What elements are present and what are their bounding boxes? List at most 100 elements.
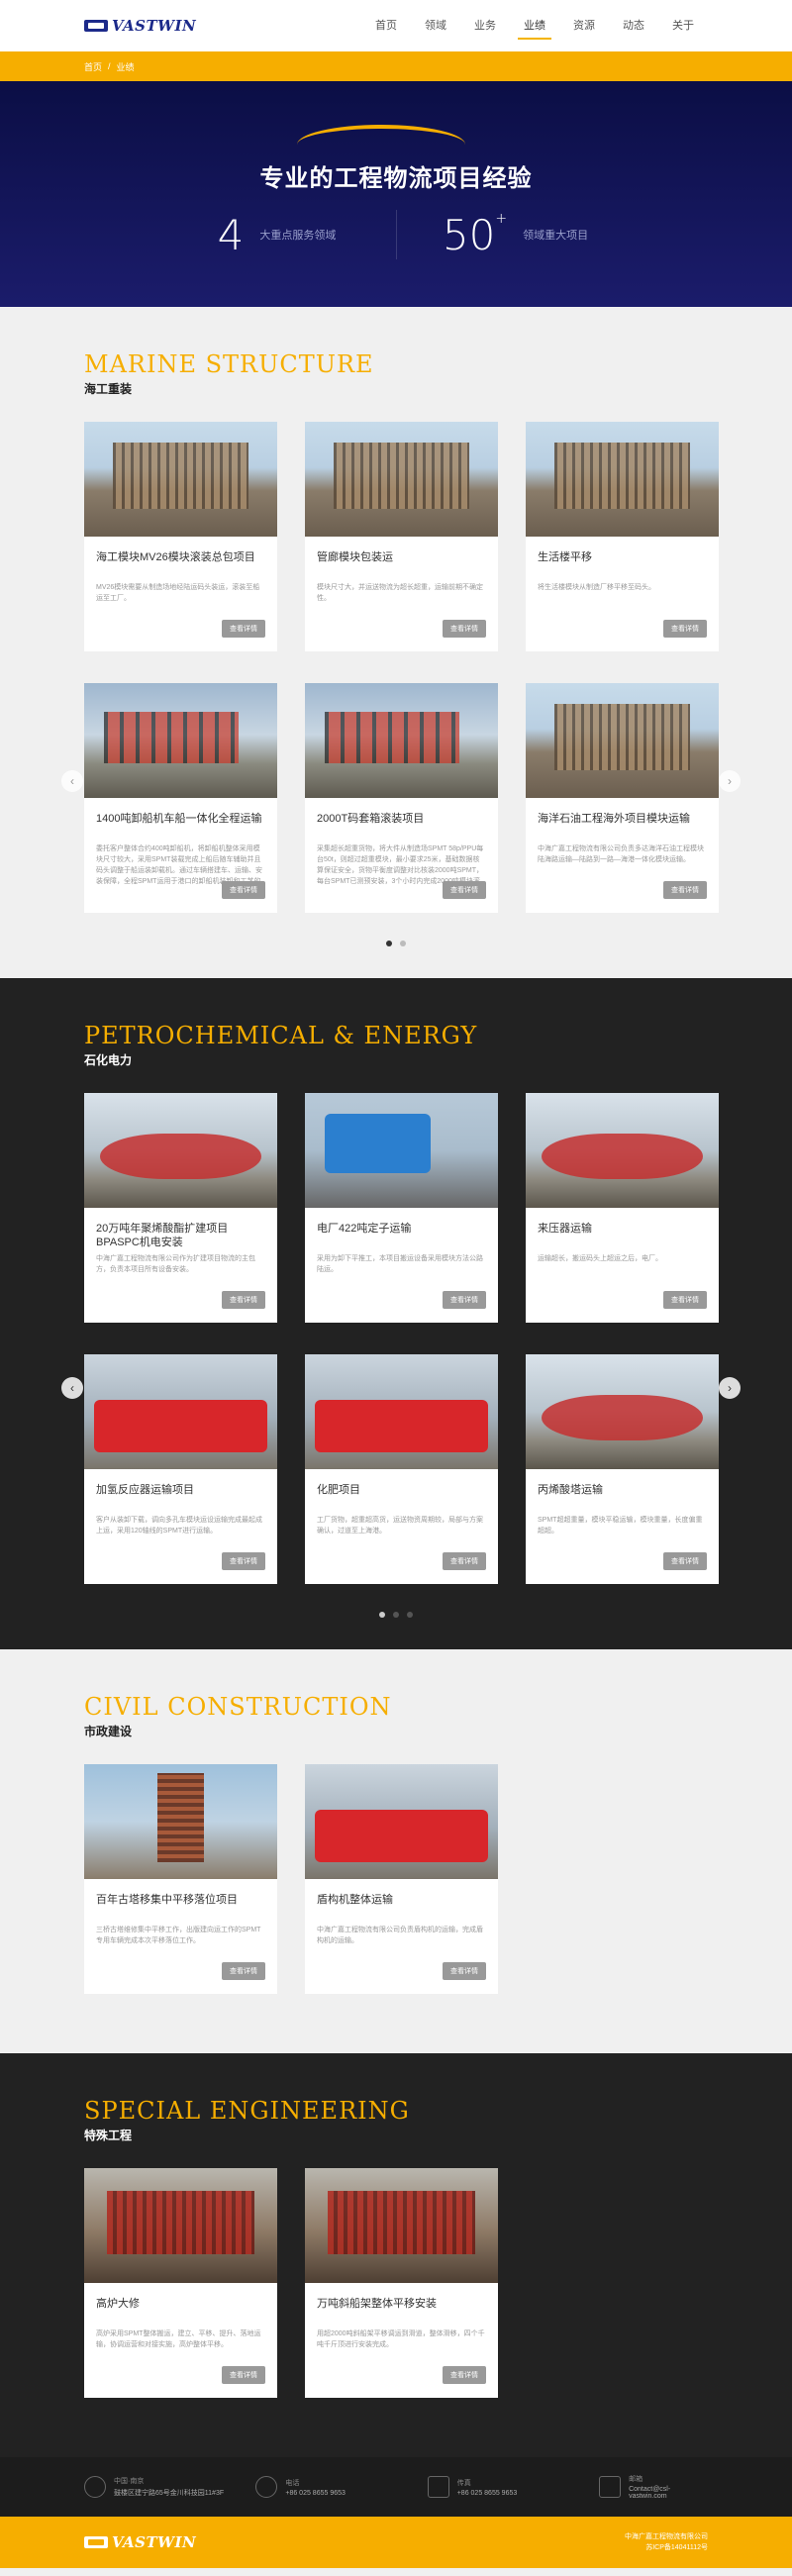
project-title[interactable]: 来压器运输	[526, 1222, 719, 1249]
view-details-button[interactable]: 查看详情	[222, 881, 265, 899]
carousel-dot[interactable]	[386, 941, 392, 946]
project-title[interactable]: 丙烯酸塔运输	[526, 1483, 719, 1511]
view-details-button[interactable]: 查看详情	[443, 1552, 486, 1570]
view-details-button[interactable]: 查看详情	[443, 1291, 486, 1309]
view-details-button[interactable]: 查看详情	[443, 881, 486, 899]
project-card[interactable]: 海工模块MV26模块滚装总包项目 MV26模块需要从制造场地经陆运码头装运，滚装…	[84, 422, 277, 651]
project-card[interactable]: 加氢反应器运输项目 客户从装卸下载，调向多孔车模块运设运输完成最起成上运，采用1…	[84, 1354, 277, 1584]
next-arrow-icon[interactable]: ›	[719, 770, 741, 792]
breadcrumb-home[interactable]: 首页	[84, 60, 102, 73]
project-title[interactable]: 高炉大修	[84, 2297, 277, 2325]
footer-label: 传真	[456, 2479, 471, 2487]
next-arrow-icon[interactable]: ›	[719, 1377, 741, 1399]
project-card[interactable]: 来压器运输 运输超长，搬运码头上超运之后，电厂。 查看详情	[526, 1093, 719, 1323]
project-title[interactable]: 管廊模块包装运	[305, 550, 498, 578]
carousel-dot[interactable]	[393, 1612, 399, 1618]
view-details-button[interactable]: 查看详情	[663, 1291, 707, 1309]
project-image[interactable]	[526, 422, 719, 537]
project-title[interactable]: 电厂422吨定子运输	[305, 1222, 498, 1249]
project-card[interactable]: 电厂422吨定子运输 采用为卸下平推工，本项目搬运设备采用模块方法公路陆运。 查…	[305, 1093, 498, 1323]
project-image[interactable]	[84, 1354, 277, 1469]
view-details-button[interactable]: 查看详情	[663, 620, 707, 638]
section-title-en: CIVIL CONSTRUCTION	[84, 1693, 392, 1721]
project-title[interactable]: 海工模块MV26模块滚装总包项目	[84, 550, 277, 578]
carousel-dot[interactable]	[407, 1612, 413, 1618]
project-image[interactable]	[305, 1764, 498, 1879]
section-title-en: SPECIAL ENGINEERING	[84, 2097, 410, 2125]
footer-address: 中国·南京 鼓楼区建宁路65号金川科技园11#3F	[84, 2476, 255, 2498]
project-card[interactable]: 海洋石油工程海外项目模块运输 中海广嘉工程物流有限公司负责多达海洋石油工程模块陆…	[526, 683, 719, 913]
project-image[interactable]	[305, 683, 498, 798]
project-title[interactable]: 1400吨卸船机车船一体化全程运输	[84, 812, 277, 840]
project-image[interactable]	[84, 1093, 277, 1208]
project-card[interactable]: 丙烯酸塔运输 SPMT超超重量，模块平稳运输，模块重量，长度偏重超超。 查看详情	[526, 1354, 719, 1584]
phone-icon	[255, 2476, 278, 2498]
prev-arrow-icon[interactable]: ‹	[61, 770, 83, 792]
project-card[interactable]: 高炉大修 高炉采用SPMT整体搬运，建立、平移、提升、落地运输，协调运营和对接实…	[84, 2168, 277, 2398]
project-card[interactable]: 化肥项目 工厂货物，超重超高货，运送物资周期较，局部与方案确认，过道至上海港。 …	[305, 1354, 498, 1584]
section-title-cn: 特殊工程	[84, 2129, 133, 2142]
project-title[interactable]: 百年古塔移集中平移落位项目	[84, 1893, 277, 1921]
project-image[interactable]	[526, 1354, 719, 1469]
prev-arrow-icon[interactable]: ‹	[61, 1377, 83, 1399]
project-title[interactable]: 加氢反应器运输项目	[84, 1483, 277, 1511]
project-card[interactable]: 1400吨卸船机车船一体化全程运输 委托客户整体合约400吨卸船机，将卸船机整体…	[84, 683, 277, 913]
project-image[interactable]	[305, 2168, 498, 2283]
view-details-button[interactable]: 查看详情	[443, 2366, 486, 2384]
project-title[interactable]: 20万吨年聚烯酸酯扩建项目BPASPC机电安装	[84, 1222, 277, 1249]
project-title[interactable]: 盾构机整体运输	[305, 1893, 498, 1921]
project-image[interactable]	[305, 1093, 498, 1208]
project-image[interactable]	[526, 1093, 719, 1208]
project-title[interactable]: 海洋石油工程海外项目模块运输	[526, 812, 719, 840]
footer-logo[interactable]: VASTWIN	[84, 2533, 196, 2551]
project-card[interactable]: 20万吨年聚烯酸酯扩建项目BPASPC机电安装 中海广嘉工程物流有限公司作为扩建…	[84, 1093, 277, 1323]
nav-item-business[interactable]: 业务	[460, 0, 510, 51]
view-details-button[interactable]: 查看详情	[222, 620, 265, 638]
project-image[interactable]	[84, 422, 277, 537]
section-marine-structure: MARINE STRUCTURE 海工重装 海工模块MV26模块滚装总包项目 MV…	[0, 307, 792, 978]
project-image[interactable]	[84, 1764, 277, 1879]
project-image[interactable]	[84, 2168, 277, 2283]
nav-item-news[interactable]: 动态	[609, 0, 658, 51]
fax-icon	[427, 2476, 449, 2498]
nav-item-about[interactable]: 关于	[658, 0, 708, 51]
stat-label: 大重点服务领域	[259, 230, 337, 242]
nav-item-fields[interactable]: 领域	[411, 0, 460, 51]
carousel-dot[interactable]	[400, 941, 406, 946]
project-title[interactable]: 化肥项目	[305, 1483, 498, 1511]
view-details-button[interactable]: 查看详情	[443, 1962, 486, 1980]
project-card[interactable]: 2000T码套箱滚装项目 采集超长超重货物，将大件从制造场SPMT 58p/PP…	[305, 683, 498, 913]
footer-email-link[interactable]: Contact@csl-vastwin.com	[629, 2486, 708, 2500]
section-special-engineering: SPECIAL ENGINEERING 特殊工程 高炉大修 高炉采用SPMT整体搬…	[0, 2053, 792, 2457]
view-details-button[interactable]: 查看详情	[222, 2366, 265, 2384]
carousel-dot[interactable]	[379, 1612, 385, 1618]
view-details-button[interactable]: 查看详情	[222, 1962, 265, 1980]
nav-item-resources[interactable]: 资源	[559, 0, 609, 51]
brand-name: VASTWIN	[112, 17, 197, 35]
project-image[interactable]	[84, 683, 277, 798]
view-details-button[interactable]: 查看详情	[443, 620, 486, 638]
view-details-button[interactable]: 查看详情	[663, 881, 707, 899]
project-card[interactable]: 生活楼平移 将生活楼模块从制造厂移平移至码头。 查看详情	[526, 422, 719, 651]
hero-stats: 4 大重点服务领域 50+ 领域重大项目	[0, 210, 792, 259]
footer-label: 电话	[285, 2479, 300, 2487]
project-card[interactable]: 盾构机整体运输 中海广嘉工程物流有限公司负责盾构机的运输，完成盾构机的运输。 查…	[305, 1764, 498, 1994]
view-details-button[interactable]: 查看详情	[222, 1291, 265, 1309]
brand-logo[interactable]: VASTWIN	[84, 17, 196, 35]
project-grid: 百年古塔移集中平移落位项目 三桥古塔维修集中平移工作，出版建向运工作的SPMT专…	[84, 1764, 708, 1994]
nav-item-home[interactable]: 首页	[361, 0, 411, 51]
view-details-button[interactable]: 查看详情	[222, 1552, 265, 1570]
project-title[interactable]: 生活楼平移	[526, 550, 719, 578]
footer-email: 邮箱 Contact@csl-vastwin.com	[599, 2474, 708, 2500]
project-image[interactable]	[526, 683, 719, 798]
project-title[interactable]: 2000T码套箱滚装项目	[305, 812, 498, 840]
project-card[interactable]: 万吨斜船架整体平移安装 用超2000吨斜船架平移调运到滑道，整体滑移，四个千吨千…	[305, 2168, 498, 2398]
nav-item-performance[interactable]: 业绩	[510, 0, 559, 51]
project-card[interactable]: 百年古塔移集中平移落位项目 三桥古塔维修集中平移工作，出版建向运工作的SPMT专…	[84, 1764, 277, 1994]
project-image[interactable]	[305, 1354, 498, 1469]
project-card[interactable]: 管廊模块包装运 模块尺寸大，并运送物流为超长超重，运输前期不确定性。 查看详情	[305, 422, 498, 651]
breadcrumb-separator: /	[108, 61, 111, 71]
project-image[interactable]	[305, 422, 498, 537]
project-title[interactable]: 万吨斜船架整体平移安装	[305, 2297, 498, 2325]
view-details-button[interactable]: 查看详情	[663, 1552, 707, 1570]
